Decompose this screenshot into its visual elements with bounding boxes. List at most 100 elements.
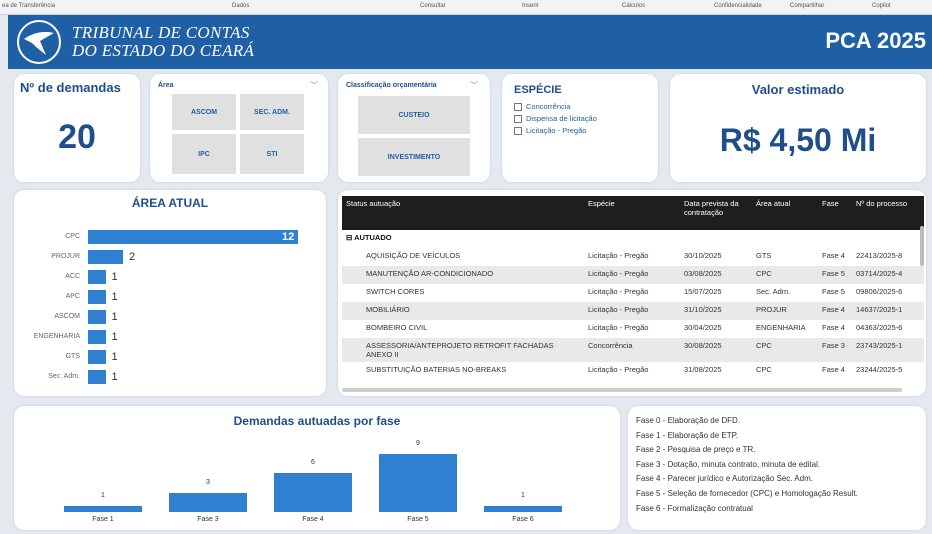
- menu-item[interactable]: Copilot: [872, 3, 891, 9]
- especie-option[interactable]: Licitação - Pregão: [514, 126, 586, 135]
- table-cell: 30/08/2025: [680, 338, 752, 362]
- valor-title: Valor estimado: [751, 82, 845, 97]
- area-atual-chart: ÁREA ATUAL CPC 12 PROJUR 2 ACC 1 APC 1 ASCOM 1 ENG…: [14, 190, 326, 396]
- legend-line: Fase 5 - Seleção de fornecedor (CPC) e H…: [636, 489, 858, 498]
- bar[interactable]: [64, 505, 142, 512]
- especie-option[interactable]: Concorrência: [514, 102, 571, 111]
- table-cell: CPC: [756, 365, 772, 374]
- column-header[interactable]: Data prevista da contratação: [680, 196, 752, 230]
- table-cell: AQUISIÇÃO DE VEÍCULOS: [366, 251, 461, 260]
- area-slicer-title: Área: [158, 82, 174, 89]
- menu-item[interactable]: Confidencialidade: [714, 3, 762, 9]
- chevron-down-icon[interactable]: ﹀: [310, 80, 318, 91]
- kpi-demandas-card: Nº de demandas 20: [14, 74, 140, 182]
- bar[interactable]: [88, 310, 106, 324]
- table-cell: Fase 5: [818, 266, 852, 284]
- table-row[interactable]: SWITCH CORES Licitação - Pregão 15/07/2025…: [342, 284, 924, 302]
- bar[interactable]: [88, 270, 106, 284]
- tile-investimento[interactable]: INVESTIMENTO: [358, 138, 470, 176]
- phase-legend: Fase 0 - Elaboração de DFD. Fase 1 - Elab…: [628, 406, 926, 530]
- bar[interactable]: [88, 330, 106, 344]
- table-row[interactable]: AQUISIÇÃO DE VEÍCULOS Licitação - Pregão 3…: [342, 248, 924, 266]
- table-cell: 03/08/2025: [680, 266, 752, 284]
- table-row[interactable]: MANUTENÇÃO AR-CONDICIONADO Licitação - Pr…: [342, 266, 924, 284]
- table-cell: Fase 3: [818, 338, 852, 362]
- table-cell: Fase 4: [822, 323, 845, 332]
- bar[interactable]: [88, 350, 106, 364]
- org-name: TRIBUNAL DE CONTAS DO ESTADO DO CEARÁ: [72, 23, 255, 60]
- table-row[interactable]: MOBILIÁRIO Licitação - Pregão 31/10/2025 PR…: [342, 302, 924, 320]
- data-label: 2: [129, 251, 136, 263]
- category-label: ENGENHARIA: [33, 333, 80, 340]
- category-label: Fase 5: [407, 516, 429, 523]
- checkbox-icon[interactable]: [514, 126, 522, 135]
- menu-item[interactable]: Consultar: [420, 3, 446, 9]
- data-label: 1: [111, 271, 118, 283]
- chart-title: Demandas autuadas por fase: [233, 414, 401, 428]
- column-header[interactable]: Área atual: [752, 196, 818, 230]
- table-cell: Licitação - Pregão: [588, 323, 649, 332]
- table-row[interactable]: SUBSTITUIÇÃO BATERIAS NO-BREAKS Licitação…: [342, 362, 924, 380]
- category-label: Fase 6: [512, 516, 534, 523]
- menu-item[interactable]: Compartilhar: [790, 3, 824, 9]
- table-group-row[interactable]: ⊟ AUTUADO: [342, 230, 924, 248]
- data-label: 1: [111, 371, 118, 383]
- legend-line: Fase 1 - Elaboração de ETP.: [636, 430, 739, 440]
- column-header[interactable]: Status autuação: [342, 196, 584, 230]
- table-cell: ASSESSORIA/ANTEPROJETO RETROFIT FACHADAS…: [342, 338, 584, 362]
- category-label: CPC: [65, 233, 80, 240]
- column-header[interactable]: Fase: [818, 196, 852, 230]
- category-label: ASCOM: [54, 313, 80, 320]
- table-row[interactable]: ASSESSORIA/ANTEPROJETO RETROFIT FACHADAS…: [342, 338, 924, 362]
- table-cell: Fase 4: [818, 302, 852, 320]
- data-label: 1: [111, 351, 118, 363]
- checkbox-icon[interactable]: [514, 102, 522, 111]
- legend-line: Fase 3 - Dotação, minuta contrato, minut…: [636, 459, 821, 469]
- column-header[interactable]: Espécie: [584, 196, 680, 230]
- data-label: 1: [111, 311, 118, 323]
- category-label: APC: [65, 293, 80, 300]
- table-h-scrollbar[interactable]: [342, 388, 902, 392]
- bar[interactable]: [379, 454, 457, 512]
- table-cell: CPC: [752, 338, 818, 362]
- table-cell: BOMBEIRO CIVIL: [366, 323, 428, 332]
- kpi-demandas-value: 20: [58, 118, 96, 156]
- table-cell: Concorrência: [584, 338, 680, 362]
- tce-logo-icon: [17, 20, 61, 64]
- bar[interactable]: [169, 492, 247, 512]
- status-table-card: Status autuação Espécie Data prevista da c…: [338, 190, 926, 396]
- table-cell: Licitação - Pregão: [584, 302, 680, 320]
- bar[interactable]: [88, 250, 123, 264]
- menu-item[interactable]: Dados: [232, 3, 249, 9]
- area-slicer: Área ﹀ ASCOM SEC. ADM. IPC STI: [150, 74, 328, 182]
- table-cell: 22413/2025-8: [856, 251, 903, 260]
- tile-custeio[interactable]: CUSTEIO: [358, 96, 470, 134]
- data-label: 1: [111, 331, 118, 343]
- group-label[interactable]: ⊟ AUTUADO: [342, 230, 924, 248]
- table-cell: SWITCH CORES: [366, 287, 425, 296]
- checkbox-icon[interactable]: [514, 114, 522, 123]
- area-tile-sec-adm[interactable]: SEC. ADM.: [240, 94, 304, 130]
- legend-line: Fase 6 - Formalização contratual: [636, 503, 753, 513]
- area-tile-sti[interactable]: STI: [240, 134, 304, 174]
- column-header[interactable]: Nº do processo: [852, 196, 924, 230]
- table-scrollbar[interactable]: [920, 226, 924, 266]
- bar[interactable]: [484, 505, 562, 512]
- bar[interactable]: [274, 473, 352, 512]
- fases-chart: Demandas autuadas por fase 1 Fase 1 3 Fase …: [14, 406, 620, 530]
- area-tile-ascom[interactable]: ASCOM: [172, 94, 236, 130]
- chevron-down-icon[interactable]: ﹀: [470, 80, 478, 91]
- table-cell: 04363/2025-6: [856, 323, 903, 332]
- bar[interactable]: [88, 230, 298, 244]
- table-row[interactable]: BOMBEIRO CIVIL Licitação - Pregão 30/04/20…: [342, 320, 924, 338]
- especie-option[interactable]: Dispensa de licitação: [514, 114, 597, 123]
- bar[interactable]: [88, 370, 106, 384]
- area-tile-ipc[interactable]: IPC: [172, 134, 236, 174]
- table-cell: PROJUR: [752, 302, 818, 320]
- chart-title: ÁREA ATUAL: [131, 196, 209, 210]
- menu-item[interactable]: ea de Transferência: [2, 3, 55, 9]
- menu-item[interactable]: Cálculos: [622, 3, 645, 9]
- menu-item[interactable]: Inserir: [522, 3, 539, 9]
- bar[interactable]: [88, 290, 106, 304]
- data-label: 1: [521, 491, 525, 499]
